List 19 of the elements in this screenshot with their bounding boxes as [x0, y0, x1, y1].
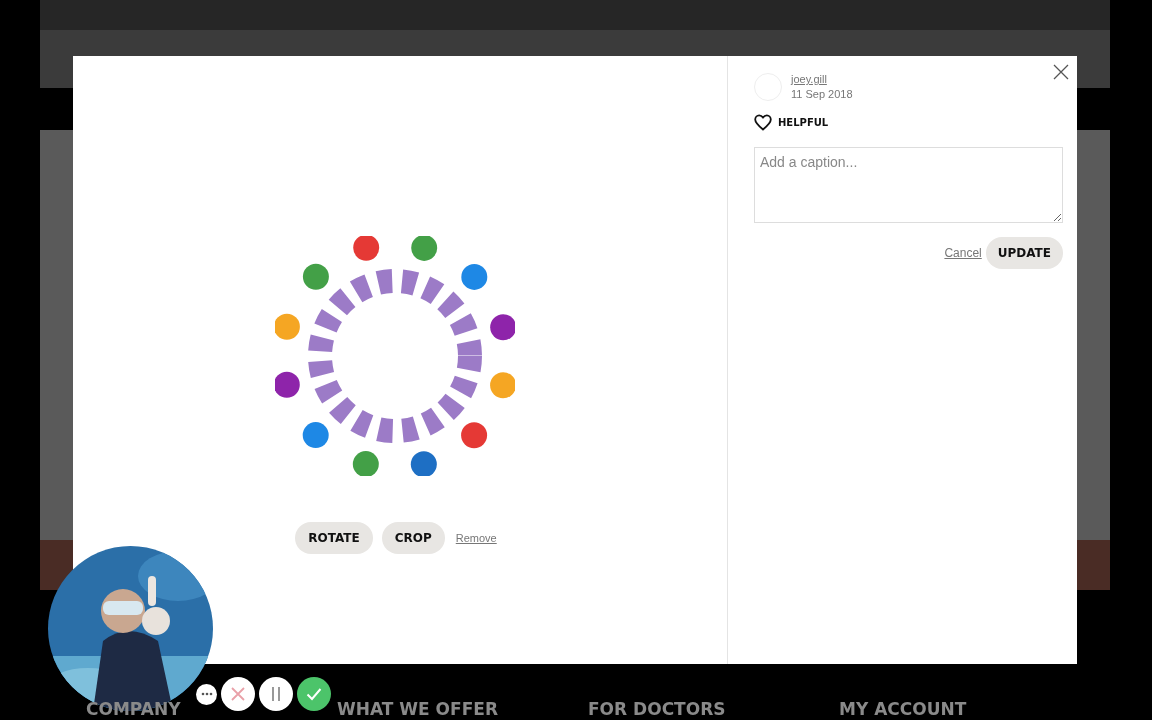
pause-icon [271, 687, 281, 701]
close-icon[interactable] [1053, 64, 1069, 80]
caption-field[interactable]: Add a caption... [754, 147, 1063, 223]
heart-icon[interactable] [754, 114, 772, 131]
action-button[interactable]: CROP [381, 522, 445, 554]
text-link[interactable]: Cancel [944, 246, 982, 260]
footer-heading: FOR DOCTORS [588, 698, 727, 720]
username-link[interactable]: joey.gill [791, 72, 827, 87]
check-icon [306, 687, 322, 701]
more-icon [200, 692, 213, 696]
footer-heading: WHAT WE OFFER [337, 698, 499, 720]
footer-heading: COMPANY [86, 698, 182, 720]
footer-heading: MY ACCOUNT [839, 698, 968, 720]
close-icon [231, 687, 245, 701]
post-date: 11 Sep 2018 [791, 87, 853, 102]
helpful-label[interactable]: HELPFUL [778, 117, 829, 128]
text-link[interactable]: Remove [455, 532, 497, 544]
action-button[interactable]: UPDATE [985, 237, 1063, 269]
action-button[interactable]: ROTATE [295, 522, 373, 554]
